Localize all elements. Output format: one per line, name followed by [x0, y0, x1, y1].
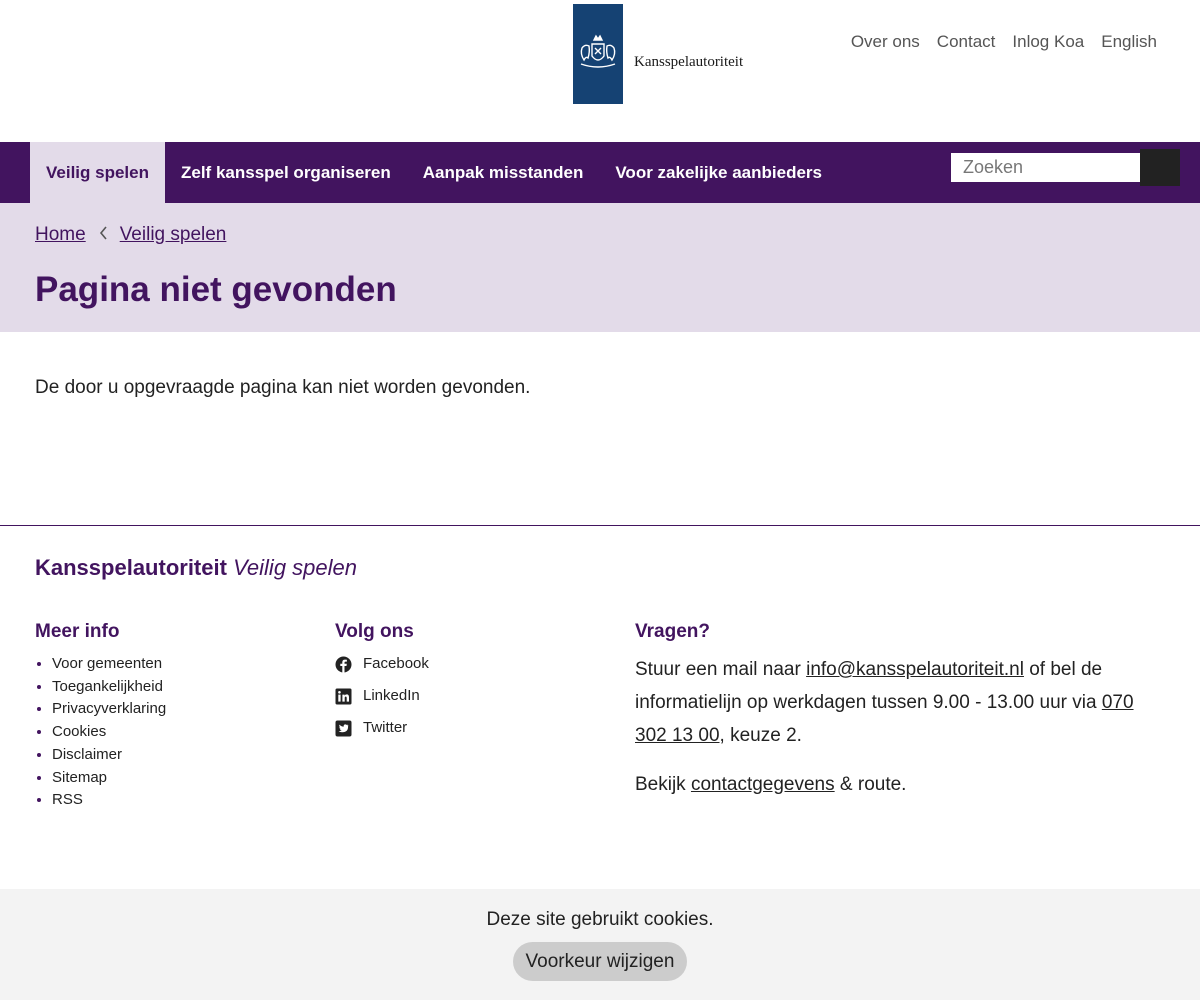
service-nav: Over ons Contact Inlog Koa English	[851, 32, 1157, 52]
search-button[interactable]	[1140, 149, 1180, 186]
service-link-inlog-koa[interactable]: Inlog Koa	[1012, 32, 1084, 52]
main-content: De door u opgevraagde pagina kan niet wo…	[0, 332, 1200, 525]
cookie-bar: Deze site gebruikt cookies. Voorkeur wij…	[0, 889, 1200, 1000]
footer-col-volg-ons: Volg ons Facebook LinkedIn Twitter	[335, 621, 635, 812]
not-found-message: De door u opgevraagde pagina kan niet wo…	[35, 377, 531, 398]
social-link-linkedin[interactable]: LinkedIn	[335, 685, 635, 707]
contactgegevens-link[interactable]: contactgegevens	[691, 774, 835, 795]
footer-heading-vragen: Vragen?	[635, 621, 710, 642]
breadcrumb-veilig-spelen[interactable]: Veilig spelen	[120, 224, 227, 246]
route-text-start: Bekijk	[635, 774, 691, 795]
footer-col-meer-info: Meer info Voor gemeenten Toegankelijkhei…	[35, 621, 335, 812]
contact-text-start: Stuur een mail naar	[635, 659, 807, 680]
main-nav-list: Veilig spelen Zelf kansspel organiseren …	[30, 142, 838, 203]
footer-brand-section: Veilig spelen	[233, 555, 357, 580]
footer-link-sitemap[interactable]: Sitemap	[52, 767, 335, 790]
contact-email-link[interactable]: info@kansspelautoriteit.nl	[806, 659, 1024, 680]
service-link-english[interactable]: English	[1101, 32, 1157, 52]
linkedin-icon	[335, 688, 352, 704]
search-input[interactable]	[951, 153, 1140, 182]
page-title: Pagina niet gevonden	[35, 270, 397, 309]
contact-text-end: , keuze 2.	[719, 725, 802, 746]
footer-link-voor-gemeenten[interactable]: Voor gemeenten	[52, 653, 335, 676]
coat-of-arms-icon	[580, 34, 616, 68]
chevron-left-icon	[94, 224, 114, 246]
route-text-end: & route.	[834, 774, 907, 795]
breadcrumb: Home Veilig spelen	[35, 224, 1165, 246]
nav-item-voor-zakelijke-aanbieders[interactable]: Voor zakelijke aanbieders	[599, 142, 838, 203]
route-paragraph: Bekijk contactgegevens & route.	[635, 768, 1165, 801]
footer-link-disclaimer[interactable]: Disclaimer	[52, 744, 335, 767]
twitter-icon	[335, 720, 352, 736]
cookie-preferences-button[interactable]: Voorkeur wijzigen	[512, 942, 688, 981]
site-header: Kansspelautoriteit Over ons Contact Inlo…	[0, 0, 1200, 142]
cookie-message: Deze site gebruikt cookies.	[486, 909, 714, 930]
footer-link-toegankelijkheid[interactable]: Toegankelijkheid	[52, 676, 335, 699]
footer-columns: Meer info Voor gemeenten Toegankelijkhei…	[35, 621, 1165, 812]
site-logo[interactable]: Kansspelautoriteit	[573, 4, 743, 104]
logo-wordmark: Kansspelautoriteit	[634, 53, 744, 70]
footer-col-vragen: Vragen? Stuur een mail naar info@kansspe…	[635, 621, 1165, 812]
breadcrumb-home[interactable]: Home	[35, 224, 86, 246]
meer-info-list: Voor gemeenten Toegankelijkheid Privacyv…	[35, 653, 335, 812]
site-footer: Kansspelautoriteit Veilig spelen Meer in…	[0, 525, 1200, 889]
social-link-twitter[interactable]: Twitter	[335, 717, 635, 739]
contact-paragraph: Stuur een mail naar info@kansspelautorit…	[635, 653, 1165, 752]
social-label-facebook: Facebook	[363, 655, 429, 672]
footer-link-privacyverklaring[interactable]: Privacyverklaring	[52, 698, 335, 721]
search-form	[951, 149, 1180, 186]
social-link-facebook[interactable]: Facebook	[335, 653, 635, 675]
social-list: Facebook LinkedIn Twitter	[335, 653, 635, 739]
service-link-over-ons[interactable]: Over ons	[851, 32, 920, 52]
footer-link-cookies[interactable]: Cookies	[52, 721, 335, 744]
footer-heading-volg-ons: Volg ons	[335, 621, 414, 642]
nav-item-veilig-spelen[interactable]: Veilig spelen	[30, 142, 165, 203]
nav-item-aanpak-misstanden[interactable]: Aanpak misstanden	[407, 142, 600, 203]
logo-ribbon	[573, 4, 623, 104]
page-header: Home Veilig spelen Pagina niet gevonden	[0, 203, 1200, 332]
main-navigation: Veilig spelen Zelf kansspel organiseren …	[0, 142, 1200, 203]
nav-item-zelf-kansspel-organiseren[interactable]: Zelf kansspel organiseren	[165, 142, 407, 203]
facebook-icon	[335, 656, 352, 673]
service-link-contact[interactable]: Contact	[937, 32, 996, 52]
footer-link-rss[interactable]: RSS	[52, 789, 335, 812]
social-label-linkedin: LinkedIn	[363, 687, 420, 704]
footer-heading-meer-info: Meer info	[35, 621, 120, 642]
social-label-twitter: Twitter	[363, 719, 408, 736]
footer-brand-name: Kansspelautoriteit	[35, 555, 227, 580]
footer-brand: Kansspelautoriteit Veilig spelen	[35, 555, 1165, 581]
